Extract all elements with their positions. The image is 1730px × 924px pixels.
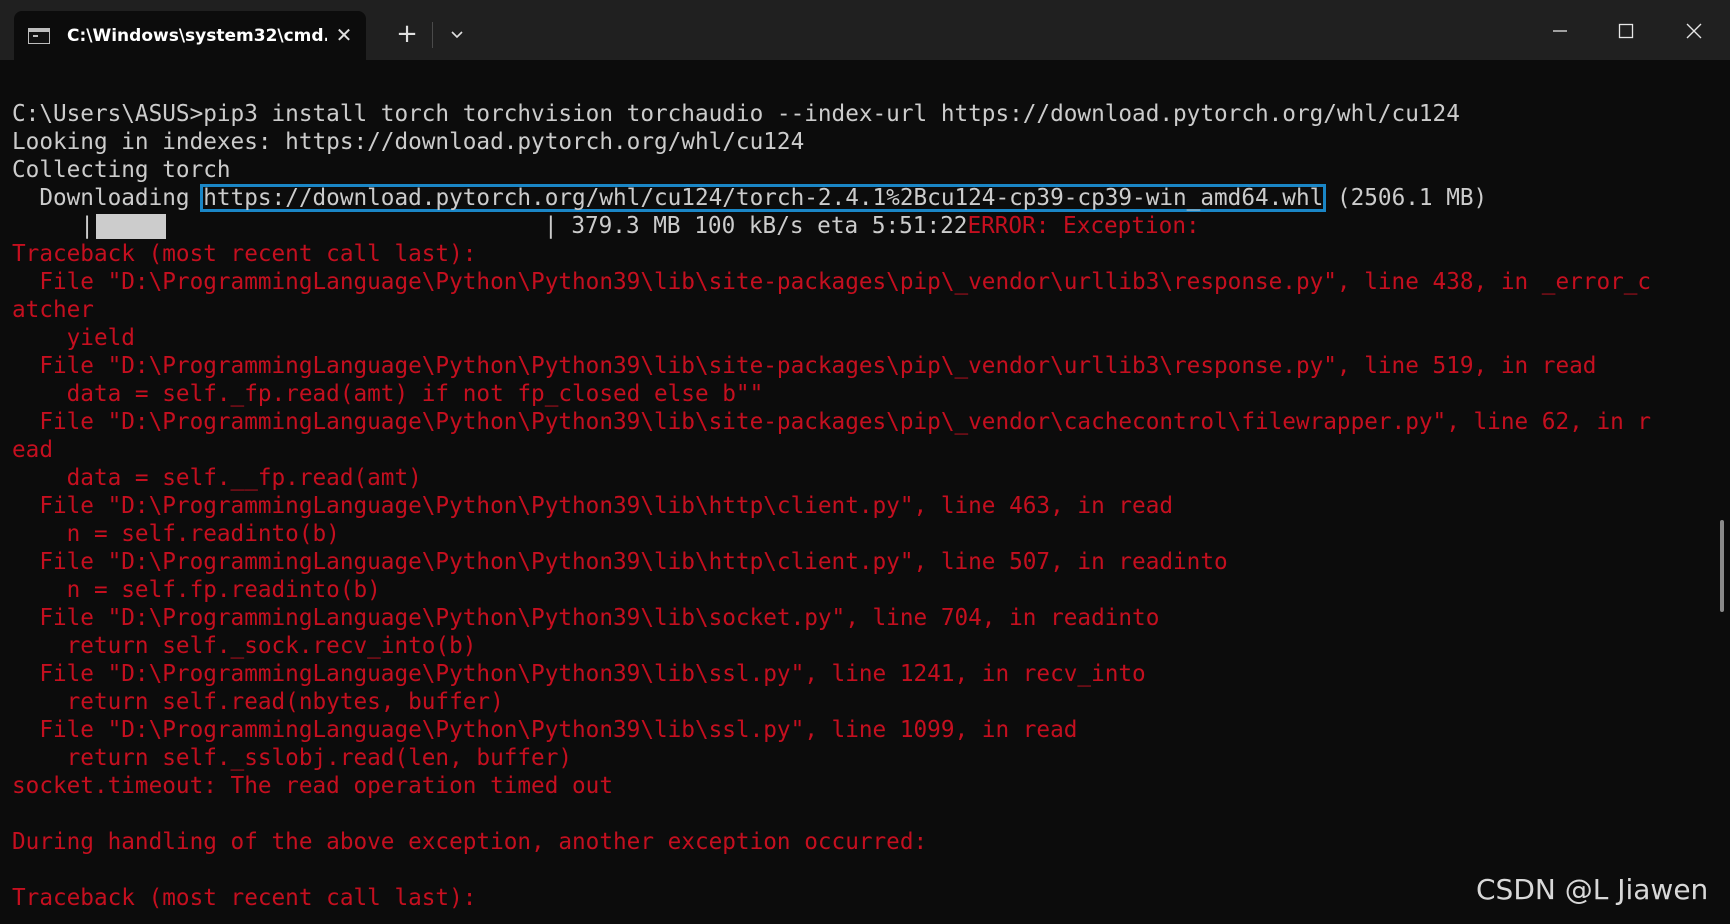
traceback-line: File "D:\ProgrammingLanguage\Python\Pyth… xyxy=(12,493,1174,519)
traceback-line: n = self.readinto(b) xyxy=(12,521,340,547)
command-line: C:\Users\ASUS>pip3 install torch torchvi… xyxy=(12,101,1460,127)
title-bar: C:\Windows\system32\cmd.exe ✕ + xyxy=(0,0,1730,60)
traceback-line: File "D:\ProgrammingLanguage\Python\Pyth… xyxy=(12,409,1652,435)
traceback-line: return self._sslobj.read(len, buffer) xyxy=(12,745,573,771)
downloading-line: Downloading https://download.pytorch.org… xyxy=(12,184,1487,212)
traceback-line: File "D:\ProgrammingLanguage\Python\Pyth… xyxy=(12,661,1146,687)
close-window-button[interactable] xyxy=(1664,0,1724,60)
progress-bar-start: | xyxy=(12,213,94,239)
traceback-line: yield xyxy=(12,325,135,351)
output-line: Collecting torch xyxy=(12,157,231,183)
traceback-line: File "D:\ProgrammingLanguage\Python\Pyth… xyxy=(12,549,1228,575)
download-url: https://download.pytorch.org/whl/cu124/t… xyxy=(200,184,1327,212)
traceback-line: return self._sock.recv_into(b) xyxy=(12,633,477,659)
chevron-down-icon xyxy=(451,31,463,39)
traceback-line: return self.read(nbytes, buffer) xyxy=(12,689,504,715)
traceback-line: ead xyxy=(12,437,53,463)
traceback-line: During handling of the above exception, … xyxy=(12,829,928,855)
traceback-line: n = self.fp.readinto(b) xyxy=(12,577,381,603)
error-label: ERROR: Exception: xyxy=(967,213,1200,239)
maximize-icon xyxy=(1618,23,1634,39)
minimize-button[interactable] xyxy=(1530,0,1590,60)
scrollbar-track[interactable] xyxy=(1712,60,1730,924)
profile-dropdown-button[interactable] xyxy=(440,20,474,50)
downloading-prefix: Downloading xyxy=(12,185,204,211)
traceback-line: File "D:\ProgrammingLanguage\Python\Pyth… xyxy=(12,353,1597,379)
output-line: Looking in indexes: https://download.pyt… xyxy=(12,129,805,155)
plus-icon: + xyxy=(396,19,418,49)
watermark: CSDN @L Jiawen xyxy=(1476,873,1709,906)
progress-bar-fill xyxy=(96,214,166,239)
download-size: (2506.1 MB) xyxy=(1323,185,1488,211)
minimize-icon xyxy=(1553,30,1567,32)
close-icon xyxy=(1686,23,1702,39)
progress-stats: | 379.3 MB 100 kB/s eta 5:51:22 xyxy=(544,213,968,239)
traceback-line: File "D:\ProgrammingLanguage\Python\Pyth… xyxy=(12,269,1652,295)
traceback-line: socket.timeout: The read operation timed… xyxy=(12,773,613,799)
close-icon: ✕ xyxy=(335,23,353,47)
new-tab-button[interactable]: + xyxy=(390,20,424,50)
traceback-line: data = self._fp.read(amt) if not fp_clos… xyxy=(12,381,764,407)
traceback-line: data = self.__fp.read(amt) xyxy=(12,465,422,491)
terminal-tab[interactable]: C:\Windows\system32\cmd.exe ✕ xyxy=(14,11,366,60)
traceback-line: Traceback (most recent call last): xyxy=(12,885,477,911)
tab-close-button[interactable]: ✕ xyxy=(332,23,356,47)
traceback-line: File "D:\ProgrammingLanguage\Python\Pyth… xyxy=(12,717,1078,743)
progress-line: | xyxy=(12,212,94,240)
progress-stats-line: | 379.3 MB 100 kB/s eta 5:51:22ERROR: Ex… xyxy=(544,212,1200,240)
traceback-line: Traceback (most recent call last): xyxy=(12,241,477,267)
tab-title: C:\Windows\system32\cmd.exe xyxy=(67,26,327,46)
traceback-line: File "D:\ProgrammingLanguage\Python\Pyth… xyxy=(12,605,1160,631)
maximize-button[interactable] xyxy=(1596,0,1656,60)
scrollbar-thumb[interactable] xyxy=(1720,520,1724,612)
traceback-line: atcher xyxy=(12,297,94,323)
tab-separator xyxy=(432,22,433,48)
console-icon xyxy=(28,28,50,44)
